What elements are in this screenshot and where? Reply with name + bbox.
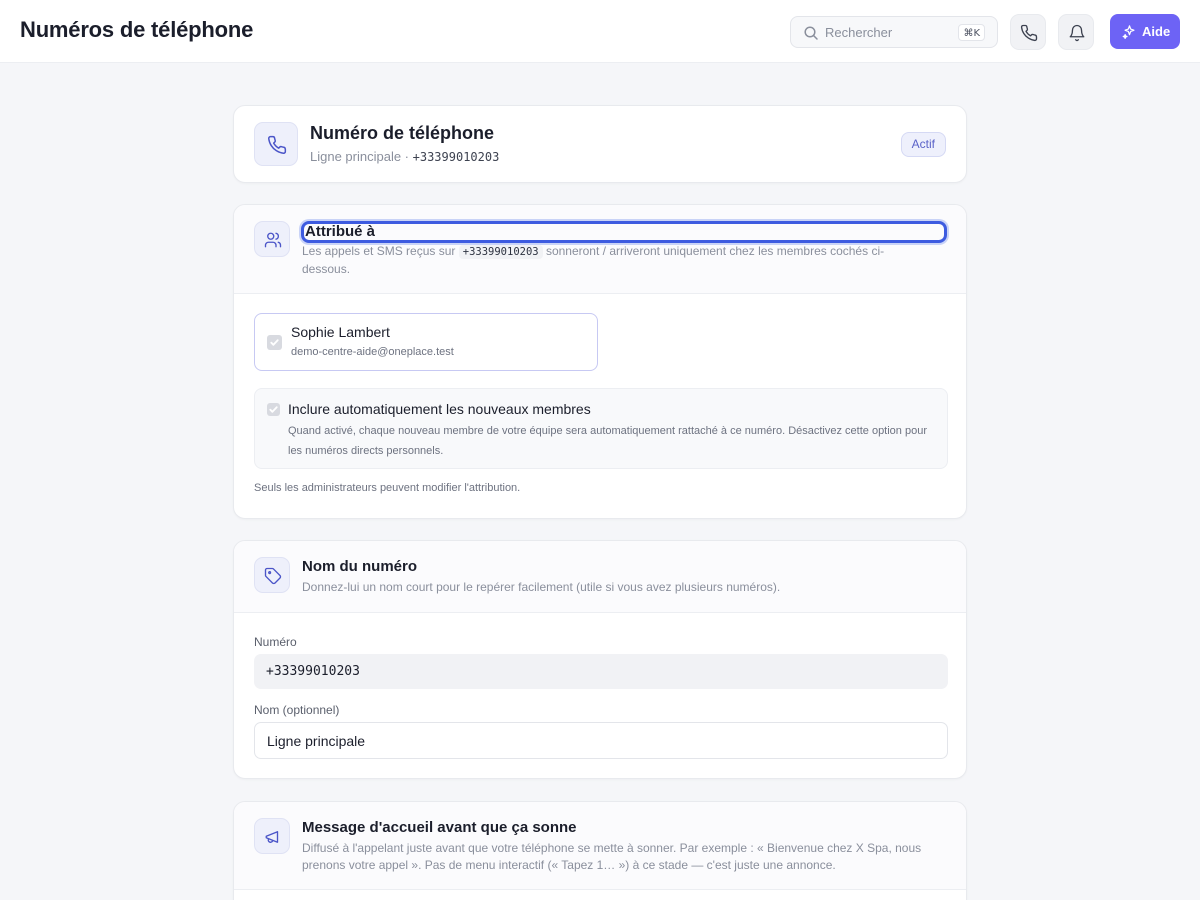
- search-placeholder: Rechercher: [825, 25, 893, 40]
- megaphone-icon-tile: [254, 818, 290, 854]
- search-icon: [804, 26, 818, 40]
- phone-button[interactable]: [1010, 14, 1046, 50]
- phone-icon-tile: [254, 122, 298, 166]
- auto-include-checkbox[interactable]: [267, 403, 280, 416]
- help-label: Aide: [1142, 24, 1171, 39]
- phone-number-card: Numéro de téléphone Ligne principale · +…: [233, 105, 967, 183]
- check-icon: [269, 406, 278, 413]
- assignment-header: Attribué à Les appels et SMS reçus sur +…: [234, 205, 966, 294]
- users-icon-tile: [254, 221, 290, 257]
- page-title: Numéros de téléphone: [20, 17, 254, 42]
- auto-include-description: Quand activé, chaque nouveau membre de v…: [288, 425, 927, 457]
- assignment-card: Attribué à Les appels et SMS reçus sur +…: [233, 204, 967, 519]
- tag-icon-tile: [254, 557, 290, 593]
- number-name-description: Donnez-lui un nom court pour le repérer …: [302, 580, 781, 594]
- search-input[interactable]: Rechercher ⌘K: [790, 16, 998, 48]
- search-shortcut: ⌘K: [958, 24, 985, 41]
- admin-note: Seuls les administrateurs peuvent modifi…: [254, 482, 521, 494]
- greeting-header: Message d'accueil avant que ça sonne Dif…: [234, 802, 966, 890]
- assignment-desc-number: +33399010203: [458, 245, 543, 259]
- phone-number-subtitle: Ligne principale · +33399010203: [310, 149, 499, 164]
- sparkles-icon: [1122, 25, 1135, 39]
- greeting-card: Message d'accueil avant que ça sonne Dif…: [233, 801, 967, 900]
- greeting-title: Message d'accueil avant que ça sonne: [302, 819, 577, 836]
- line-label: Ligne principale ·: [310, 149, 413, 164]
- name-input[interactable]: Ligne principale: [254, 722, 948, 759]
- top-bar: Numéros de téléphone Rechercher ⌘K Aide: [0, 0, 1200, 63]
- assignment-title[interactable]: Attribué à: [301, 221, 947, 243]
- status-badge: Actif: [900, 132, 946, 157]
- number-name-title: Nom du numéro: [302, 558, 417, 575]
- check-icon: [270, 339, 279, 346]
- phone-number-title: Numéro de téléphone: [310, 123, 495, 143]
- member-email: demo-centre-aide@oneplace.test: [291, 346, 454, 358]
- member-option-sophie[interactable]: Sophie Lambert demo-centre-aide@oneplace…: [254, 313, 598, 371]
- number-name-header: Nom du numéro Donnez-lui un nom court po…: [234, 541, 966, 613]
- megaphone-icon: [265, 831, 279, 843]
- help-button[interactable]: Aide: [1110, 14, 1180, 49]
- notifications-button[interactable]: [1058, 14, 1094, 50]
- auto-include-title: Inclure automatiquement les nouveaux mem…: [288, 401, 591, 417]
- phone-icon: [1020, 24, 1038, 42]
- bell-icon: [1069, 24, 1085, 42]
- auto-include-option[interactable]: Inclure automatiquement les nouveaux mem…: [254, 388, 948, 469]
- number-name-card: Nom du numéro Donnez-lui un nom court po…: [233, 540, 967, 779]
- member-checkbox[interactable]: [267, 335, 282, 350]
- name-field-label: Nom (optionnel): [254, 703, 340, 717]
- phone-number-value: +33399010203: [412, 150, 500, 164]
- number-field-label: Numéro: [254, 635, 297, 649]
- phone-icon: [268, 135, 287, 154]
- assignment-description: Les appels et SMS reçus sur +33399010203…: [302, 243, 932, 278]
- member-name: Sophie Lambert: [291, 324, 390, 340]
- greeting-description: Diffusé à l'appelant juste avant que vot…: [302, 841, 922, 872]
- tag-icon: [264, 567, 282, 585]
- assignment-desc-before: Les appels et SMS reçus sur: [302, 244, 459, 258]
- users-icon: [264, 232, 282, 248]
- number-field: +33399010203: [254, 654, 948, 689]
